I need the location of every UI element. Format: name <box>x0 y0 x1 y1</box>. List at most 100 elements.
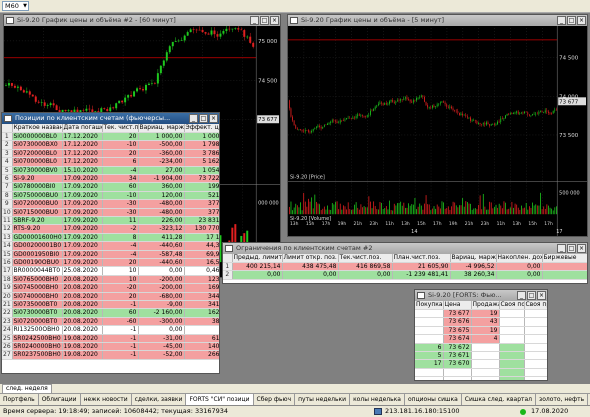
table-row[interactable]: 9 Si0720000BU0 17.09.2020 -30 -480,00 377 <box>2 199 219 209</box>
close-icon[interactable]: × <box>577 16 586 25</box>
table-row[interactable]: 13 GD00001600H0 17.09.2020 8 411,28 17 1 <box>2 233 219 243</box>
close-icon[interactable]: × <box>577 244 586 253</box>
ask-row[interactable]: 73 674 4 <box>415 334 547 344</box>
workspace-tab[interactable]: сделки, заявки <box>132 394 187 405</box>
table-row[interactable]: 17 BR0000044BT0 25.08.2020 10 0,00 0,46 <box>2 266 219 276</box>
ask-row[interactable]: 73 675 19 <box>415 326 547 336</box>
table-row[interactable]: 18 Si0765000BH0 20.08.2020 10 -200,00 123 <box>2 275 219 285</box>
subtab-next-week[interactable]: след. неделя <box>2 384 52 393</box>
timeframe-select[interactable]: M60 ▼ <box>2 1 29 11</box>
ask-price[interactable]: 73 674 <box>443 334 472 344</box>
order-book-table[interactable]: ПокупкаЦенаПродажаСвоя поСвоя пр 73 6771… <box>415 301 547 380</box>
table-row[interactable]: 12 RTS-9.20 17.09.2020 -2 -323,12 130 770 <box>2 224 219 234</box>
workspace-tab[interactable]: нежк новости <box>81 394 132 405</box>
workspace-tab[interactable]: золото, нефть <box>536 394 589 405</box>
minimize-icon[interactable]: _ <box>557 16 566 25</box>
column-header[interactable]: План.чист.поз. <box>392 254 451 263</box>
window-titlebar[interactable]: Позиции по клиентским счетам (фьючерсы..… <box>2 113 219 124</box>
table-row[interactable]: 27 SR0237500BH0 19.08.2020 -1 -52,00 266 <box>2 350 219 360</box>
table-row[interactable]: 25 SR0242500BH0 19.08.2020 -1 -31,00 61 <box>2 334 219 344</box>
table-row[interactable]: 11 SBRF-9.20 17.09.2020 11 226,00 23 831 <box>2 216 219 226</box>
minimize-icon[interactable]: _ <box>557 244 566 253</box>
maximize-icon[interactable]: □ <box>567 244 576 253</box>
minimize-icon[interactable]: _ <box>517 291 526 300</box>
table-row[interactable]: 2 0,00 0,00 0,00 -1 239 481,41 38 260,34 0,00 <box>223 270 587 280</box>
ask-volume[interactable]: 43 <box>471 317 500 327</box>
table-row[interactable]: 1 Si0000000BL0 17.12.2020 20 1 000,00 1 000 <box>2 132 219 142</box>
minimize-icon[interactable]: _ <box>250 16 259 25</box>
column-header[interactable]: Тек.чист.поз. <box>338 254 393 263</box>
close-icon[interactable]: × <box>537 291 546 300</box>
table-row[interactable]: 23 Si0720000BT0 20.08.2020 -60 -300,00 38 <box>2 317 219 327</box>
table-row[interactable]: 24 RI132500OBH0 20.08.2020 -1 0,00 <box>2 325 219 335</box>
table-row[interactable]: 16 GD00190OBU0 17.09.2020 20 -440,60 16,5 <box>2 258 219 268</box>
ask-volume[interactable]: 19 <box>471 326 500 336</box>
table-row[interactable]: 7 Si0780000BI0 17.09.2020 60 360,00 199 <box>2 182 219 192</box>
table-row[interactable]: 26 SR0240000BH0 19.08.2020 -1 -45,00 140 <box>2 342 219 352</box>
order-book-window[interactable]: Si-9.20 [FORTS: Фью... _ □ × Покупка Цена Пр… <box>414 289 548 381</box>
table-row[interactable]: 1 400 215,14 438 475,48 416 869,58 21 605,90… <box>223 262 587 272</box>
bid-row[interactable]: 6 73 672 <box>415 343 547 352</box>
bid-price[interactable]: 73 671 <box>443 351 472 361</box>
column-header[interactable]: Вариац. маржа <box>138 124 185 133</box>
column-header[interactable]: Краткое название <box>12 124 63 133</box>
close-icon[interactable]: × <box>209 114 218 123</box>
ask-price[interactable]: 73 677 <box>443 309 472 319</box>
table-row[interactable]: 8 Si0750000BU0 17.09.2020 -10 120,00 521 <box>2 191 219 201</box>
maximize-icon[interactable]: □ <box>260 16 269 25</box>
ask-price[interactable]: 73 676 <box>443 317 472 327</box>
table-row[interactable]: 20 Si0740000BH0 20.08.2020 20 -680,00 344 <box>2 292 219 302</box>
column-header[interactable]: Тек. чист.пос <box>102 124 139 133</box>
table-row[interactable]: 10 Si0715000BU0 17.09.2020 -30 -480,00 377 <box>2 208 219 217</box>
table-row[interactable]: 14 GD00200001B0 17.09.2020 -4 -440,60 44,3 <box>2 241 219 251</box>
bid-row[interactable]: 17 73 670 <box>415 359 547 369</box>
column-header[interactable]: Предыд. лимит <box>232 254 283 263</box>
column-header[interactable]: Эффект. цен <box>184 124 219 133</box>
table-row[interactable]: 5 Si0730000BV0 15.10.2020 -4 27,00 1 054 <box>2 166 219 175</box>
column-header[interactable]: Биржевые <box>542 254 587 263</box>
table-row[interactable]: 3 Si0720000BL0 17.12.2020 20 -360,00 3 786 <box>2 149 219 159</box>
table-row[interactable]: 4 Si0700000BL0 17.12.2020 6 -234,00 5 162 <box>2 157 219 167</box>
ask-volume[interactable]: 4 <box>471 334 500 344</box>
close-icon[interactable]: × <box>270 16 279 25</box>
window-titlebar[interactable]: Si-9.20 [FORTS: Фью... _ □ × <box>415 290 547 301</box>
workspace-tab[interactable]: Портфель <box>0 394 39 405</box>
positions-window[interactable]: Позиции по клиентским счетам (фьючерсы..… <box>1 112 220 374</box>
bid-volume[interactable]: 5 <box>415 351 444 361</box>
workspace-tab[interactable]: FORTS "СИ" позици <box>186 394 254 405</box>
workspace-tab[interactable]: путы недельки <box>295 394 351 405</box>
workspace-tab[interactable]: Сишка след. квартал <box>462 394 537 405</box>
ask-volume[interactable]: 19 <box>471 309 500 319</box>
price-chart[interactable]: 74 500 74 000 73 500 73 677 Si-9.20 [Price] S… <box>288 26 587 236</box>
bid-price[interactable]: 73 672 <box>443 343 472 352</box>
maximize-icon[interactable]: □ <box>527 291 536 300</box>
limits-window[interactable]: Ограничения по клиентским счетам #2 _ □ × … <box>222 242 588 284</box>
table-row[interactable]: 19 Si0745000BH0 20.08.2020 -20 -200,00 169 <box>2 283 219 293</box>
ask-price[interactable]: 73 675 <box>443 326 472 336</box>
workspace-tab[interactable]: колы неделька <box>350 394 405 405</box>
limits-table[interactable]: Предыд. лимит Лимит откр. поз. Тек.чист.по… <box>223 254 587 280</box>
window-titlebar[interactable]: Si-9.20 График цены и объёма #2 - [60 ми… <box>4 15 280 26</box>
workspace-tab[interactable]: опционы сишка <box>405 394 462 405</box>
window-titlebar[interactable]: Ограничения по клиентским счетам #2 _ □ × <box>223 243 587 254</box>
bid-volume[interactable]: 6 <box>415 343 444 352</box>
column-header[interactable]: Накоплен. доход <box>496 254 543 263</box>
column-header[interactable]: Дата погаше▼ <box>62 124 103 133</box>
ask-row[interactable]: 73 677 19 <box>415 309 547 319</box>
workspace-tab[interactable]: Сбер фьюч <box>254 394 296 405</box>
table-row[interactable]: 6 Si-9.20 17.09.2020 34 -1 904,00 73 722 <box>2 174 219 184</box>
chart-window-5min[interactable]: Si-9.20 График цены и объёма - [5 минут]… <box>287 14 588 237</box>
table-row[interactable]: 2 Si0730000BX0 17.12.2020 -10 -500,00 1 798 <box>2 140 219 150</box>
maximize-icon[interactable]: □ <box>199 114 208 123</box>
bid-row[interactable]: 5 73 671 <box>415 351 547 361</box>
table-row[interactable]: 15 GD0001950BI0 17.09.2020 -4 -587,48 69,9 <box>2 250 219 260</box>
table-row[interactable]: 22 Si0730000BT0 20.08.2020 60 -2 160,00 162 <box>2 308 219 318</box>
workspace-tab[interactable]: Облигации <box>39 394 81 405</box>
maximize-icon[interactable]: □ <box>567 16 576 25</box>
bid-price[interactable]: 73 670 <box>443 359 472 369</box>
column-header[interactable]: Вариац. маржа <box>450 254 497 263</box>
column-header[interactable]: Лимит откр. поз. <box>282 254 339 263</box>
minimize-icon[interactable]: _ <box>189 114 198 123</box>
bid-volume[interactable]: 17 <box>415 359 444 369</box>
table-row[interactable]: 21 Si0735000BT0 20.08.2020 -1 -9,00 341 <box>2 300 219 310</box>
